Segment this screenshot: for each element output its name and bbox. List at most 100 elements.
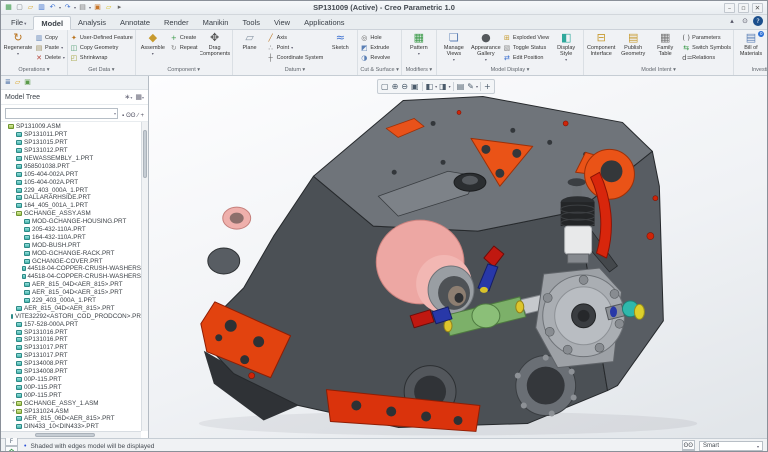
- tree-item[interactable]: DALLARARHSIDE.PRT: [1, 194, 141, 202]
- saved-orientations-icon[interactable]: ◨: [438, 81, 448, 92]
- drag-components-button[interactable]: ✥Drag Components: [200, 31, 230, 64]
- tree-item[interactable]: SP131016.PRT: [1, 336, 141, 344]
- bill-of-materials-button[interactable]: ▤0Bill of Materials: [736, 31, 766, 64]
- search-rules-icon[interactable]: ∕: [137, 113, 138, 119]
- tab-applications[interactable]: Applications: [297, 16, 351, 29]
- tab-manikin[interactable]: Manikin: [196, 16, 236, 29]
- tree-item[interactable]: −GCHANGE_ASSY.ASM: [1, 210, 141, 218]
- tree-item[interactable]: +SP131024.ASM: [1, 407, 141, 415]
- revolve-button[interactable]: ◑Revolve: [360, 53, 390, 62]
- folder-browser-icon[interactable]: ▱: [15, 78, 20, 87]
- display-style-icon[interactable]: ◧: [425, 81, 435, 92]
- find-tool-icon[interactable]: ʘʘ: [682, 440, 695, 450]
- new-file-icon[interactable]: ▢: [15, 3, 24, 12]
- tree-item[interactable]: 958501038.PRT: [1, 162, 141, 170]
- tab-annotate[interactable]: Annotate: [113, 16, 157, 29]
- collapse-ribbon-button[interactable]: ▴: [727, 16, 737, 26]
- expand-all-icon[interactable]: +: [140, 113, 144, 119]
- group-label-modifiers[interactable]: Modifiers ▾: [404, 66, 434, 75]
- copy-geometry-button[interactable]: ◫Copy Geometry: [70, 43, 133, 52]
- tree-item[interactable]: 00P-115.PRT: [1, 383, 141, 391]
- tree-item[interactable]: SP131017.PRT: [1, 352, 141, 360]
- annotation-display-icon-arrow[interactable]: ▾: [476, 84, 478, 89]
- tree-item[interactable]: SP131015.PRT: [1, 139, 141, 147]
- qat-overflow-icon[interactable]: ▸: [115, 3, 124, 12]
- close-window-icon[interactable]: ▱: [104, 3, 113, 12]
- manage-views-button[interactable]: ❏Manage Views▾: [439, 31, 469, 64]
- axis-button[interactable]: ╱Axis: [267, 33, 324, 42]
- tree-item[interactable]: AER_815_04D<AER_815>.PRT: [1, 304, 141, 312]
- annotation-display-icon[interactable]: ✎: [466, 81, 475, 92]
- tree-item[interactable]: AER_815_06D<AER_815>.PRT: [1, 415, 141, 423]
- tab-analysis[interactable]: Analysis: [71, 16, 113, 29]
- tab-file[interactable]: File▾: [4, 16, 33, 29]
- group-label-component[interactable]: Component ▾: [138, 66, 230, 75]
- toggle-status-button[interactable]: ▧Toggle Status: [503, 43, 549, 52]
- tree-item[interactable]: VITE32292<ASTORI_COD_PRODCON>.PRT: [1, 312, 141, 320]
- tree-item[interactable]: DIN433_10<DIN433>.PRT: [1, 423, 141, 431]
- component-interface-button[interactable]: ⊟Component Interface: [586, 31, 616, 64]
- tree-item[interactable]: MOD-BUSH.PRT: [1, 241, 141, 249]
- tree-hscroll-thumb[interactable]: [35, 433, 95, 437]
- tree-item[interactable]: GCHANGE-COVER.PRT: [1, 257, 141, 265]
- display-style-button[interactable]: ◧Display Style▾: [551, 31, 581, 64]
- appearance-gallery-button[interactable]: ●Appearance Gallery▾: [471, 31, 501, 64]
- tree-item[interactable]: SP131017.PRT: [1, 344, 141, 352]
- tree-filters-icon-arrow[interactable]: ▾: [130, 95, 132, 100]
- switch-symbols-button[interactable]: ⇆Switch Symbols: [682, 43, 731, 52]
- undo-icon-arrow[interactable]: ▾: [59, 5, 61, 10]
- tree-item[interactable]: 44518-04-COPPER-CRUSH-WASHERS: [1, 265, 141, 273]
- tab-view[interactable]: View: [267, 16, 297, 29]
- redo-icon-arrow[interactable]: ▾: [74, 5, 76, 10]
- tree-columns-icon[interactable]: ▦: [135, 93, 142, 101]
- shrinkwrap-button[interactable]: ◰Shrinkwrap: [70, 53, 133, 62]
- tab-render[interactable]: Render: [157, 16, 196, 29]
- plane-button[interactable]: ▱Plane: [235, 31, 265, 64]
- hole-button[interactable]: ◎Hole: [360, 33, 390, 42]
- relations-button[interactable]: d=Relations: [682, 53, 731, 62]
- group-label-model-display[interactable]: Model Display ▾: [439, 66, 581, 75]
- zoom-in-icon[interactable]: ⊕: [391, 81, 400, 92]
- spin-center-icon[interactable]: +: [483, 81, 492, 92]
- tree-item[interactable]: 157-528-000A.PRT: [1, 320, 141, 328]
- group-label-get-data[interactable]: Get Data ▾: [70, 66, 133, 75]
- tree-item[interactable]: 00P-115.PRT: [1, 376, 141, 384]
- tree-item[interactable]: 00P-115.PRT: [1, 391, 141, 399]
- tree-vertical-scrollbar[interactable]: [141, 122, 148, 431]
- command-search-button[interactable]: ⊙: [740, 16, 750, 26]
- tree-item[interactable]: +GCHANGE_ASSY_1.ASM: [1, 399, 141, 407]
- publish-geometry-button[interactable]: ▤Publish Geometry: [618, 31, 648, 64]
- sketch-button[interactable]: ≈Sketch: [325, 31, 355, 64]
- tree-search-dropdown-icon[interactable]: ▾: [114, 111, 117, 116]
- tree-item[interactable]: SP131009.ASM: [1, 123, 141, 131]
- 3d-model-canvas[interactable]: [149, 76, 767, 438]
- tree-item[interactable]: 229_403_000A_1.PRT: [1, 297, 141, 305]
- tree-item[interactable]: 164-432-110A.PRT: [1, 233, 141, 241]
- tree-search-input[interactable]: [6, 110, 114, 117]
- coordinate-system-button[interactable]: ┼Coordinate System: [267, 53, 324, 62]
- parameters-button[interactable]: ( )Parameters: [682, 33, 731, 42]
- group-label-datum[interactable]: Datum ▾: [235, 66, 356, 75]
- delete-button[interactable]: ✕Delete▾: [35, 53, 65, 62]
- open-file-icon[interactable]: ▱: [26, 3, 35, 12]
- tree-item[interactable]: 164_405_001A_1.PRT: [1, 202, 141, 210]
- create-button[interactable]: +Create: [170, 33, 198, 42]
- tree-item[interactable]: 105-404-002A.PRT: [1, 178, 141, 186]
- redo-icon[interactable]: ↷: [63, 3, 72, 12]
- regenerate-button[interactable]: ↻Regenerate▾: [3, 31, 33, 64]
- model-tree-toggle-icon[interactable]: ≣: [5, 78, 11, 87]
- zoom-out-icon[interactable]: ⊖: [400, 81, 409, 92]
- pattern-button[interactable]: ▦Pattern▾: [404, 31, 434, 64]
- exploded-view-button[interactable]: ⊞Exploded View: [503, 33, 549, 42]
- regenerate-quick-icon[interactable]: ▣: [93, 3, 102, 12]
- tree-item[interactable]: 205-432-110A.PRT: [1, 226, 141, 234]
- edit-position-button[interactable]: ⇄Edit Position: [503, 53, 549, 62]
- tree-item[interactable]: 105-404-002A.PRT: [1, 170, 141, 178]
- point-button[interactable]: ∴Point▾: [267, 43, 324, 52]
- group-label-investigate[interactable]: Investigate ▾: [736, 66, 767, 75]
- repeat-button[interactable]: ↻Repeat: [170, 43, 198, 52]
- tree-horizontal-scrollbar[interactable]: [1, 431, 141, 438]
- tree-item[interactable]: AER_815_04D<AER_815>.PRT: [1, 281, 141, 289]
- tab-model[interactable]: Model: [33, 16, 71, 30]
- print-icon[interactable]: ▤: [78, 3, 87, 12]
